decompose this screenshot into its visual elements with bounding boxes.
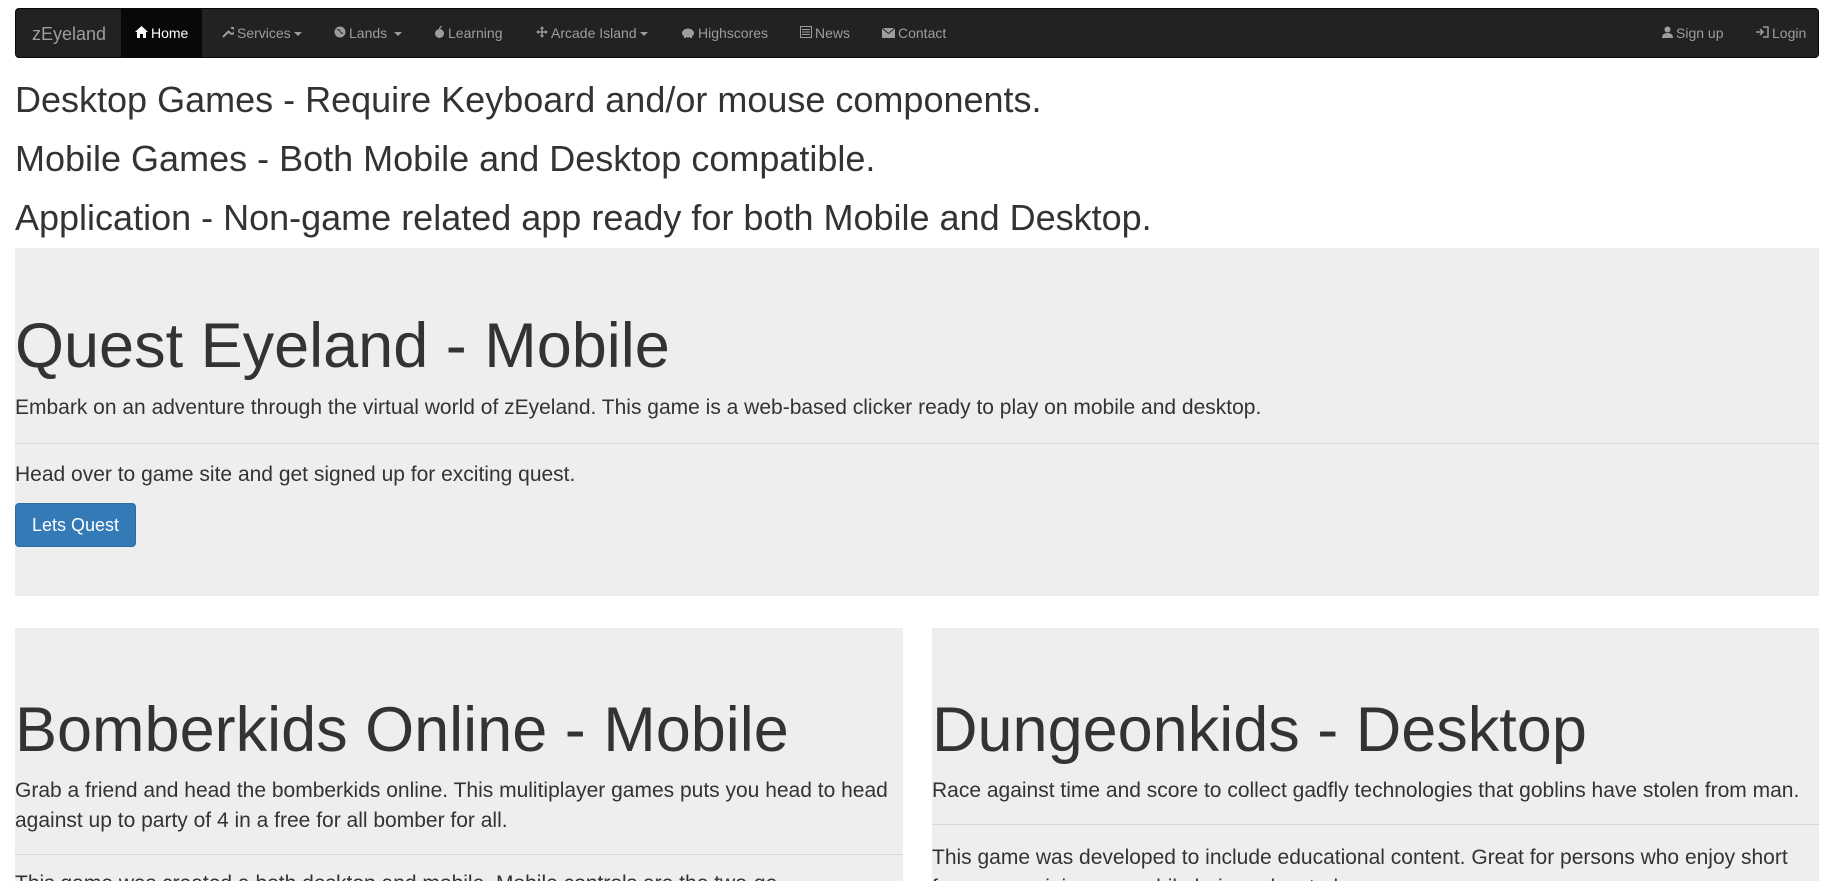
divider	[15, 443, 1819, 444]
list-alt-icon	[800, 10, 812, 58]
divider	[15, 854, 903, 855]
nav-login-label: Login	[1772, 25, 1807, 41]
lets-quest-button[interactable]: Lets Quest	[15, 503, 137, 547]
nav-sign-up[interactable]: Sign up	[1662, 9, 1723, 57]
legend-mobile-games: Mobile Games - Both Mobile and Desktop c…	[15, 138, 876, 179]
quest-eyeland-description: Embark on an adventure through the virtu…	[15, 396, 1262, 419]
nav-sign-up-label: Sign up	[1676, 25, 1724, 41]
chevron-down-icon	[293, 32, 302, 37]
nav-highscores-label: Highscores	[698, 25, 769, 41]
nav-arcade-island-dropdown[interactable]: Arcade Island	[536, 9, 648, 57]
nav-news[interactable]: News	[800, 9, 850, 57]
apple-icon	[434, 10, 445, 58]
user-icon	[1662, 10, 1673, 58]
nav-arcade-island-label: Arcade Island	[551, 25, 637, 41]
wrench-icon	[222, 10, 236, 58]
move-icon	[536, 10, 548, 58]
bomberkids-panel: Bomberkids Online - Mobile Grab a friend…	[15, 628, 903, 881]
quest-eyeland-title: Quest Eyeland - Mobile	[15, 311, 670, 381]
dungeonkids-description: Race against time and score to collect g…	[932, 779, 1800, 802]
nav-lands-label: Lands	[349, 25, 388, 41]
nav-services-dropdown[interactable]: Services	[222, 9, 302, 57]
top-navbar: zEyeland Home Services Lands Learning Ar…	[15, 8, 1819, 58]
log-in-icon	[1756, 10, 1769, 58]
nav-contact-label: Contact	[898, 25, 947, 41]
dungeonkids-more-text: This game was developed to include educa…	[932, 846, 1788, 881]
legend-desktop-games: Desktop Games - Require Keyboard and/or …	[15, 79, 1042, 120]
nav-services-label: Services	[237, 25, 291, 41]
nav-learning-label: Learning	[448, 25, 503, 41]
globe-icon	[334, 10, 346, 58]
navbar-brand[interactable]: zEyeland	[32, 9, 106, 59]
nav-home-label: Home	[151, 25, 189, 41]
nav-home[interactable]: Home	[121, 9, 203, 58]
nav-contact[interactable]: Contact	[881, 9, 947, 58]
nav-highscores[interactable]: Highscores	[681, 9, 768, 57]
chevron-down-icon	[639, 32, 648, 37]
nav-lands-dropdown[interactable]: Lands	[334, 9, 403, 58]
nav-news-label: News	[815, 25, 851, 41]
dungeonkids-panel: Dungeonkids - Desktop Race against time …	[932, 628, 1819, 881]
nav-learning[interactable]: Learning	[434, 9, 503, 57]
dungeonkids-title: Dungeonkids - Desktop	[932, 695, 1587, 765]
piggy-bank-icon	[681, 10, 695, 58]
chevron-down-icon	[394, 32, 403, 37]
divider	[932, 824, 1819, 825]
quest-eyeland-panel: Quest Eyeland - Mobile Embark on an adve…	[15, 248, 1819, 596]
bomberkids-description: Grab a friend and head the bomberkids on…	[15, 779, 888, 833]
bomberkids-title: Bomberkids Online - Mobile	[15, 695, 789, 765]
home-icon	[135, 10, 148, 58]
bomberkids-more-text: This game was created a both desktop and…	[15, 869, 895, 881]
legend-application: Application - Non-game related app ready…	[15, 197, 1152, 238]
quest-eyeland-cta-text: Head over to game site and get signed up…	[15, 463, 576, 486]
nav-login[interactable]: Login	[1756, 9, 1806, 57]
envelope-icon	[881, 10, 896, 58]
